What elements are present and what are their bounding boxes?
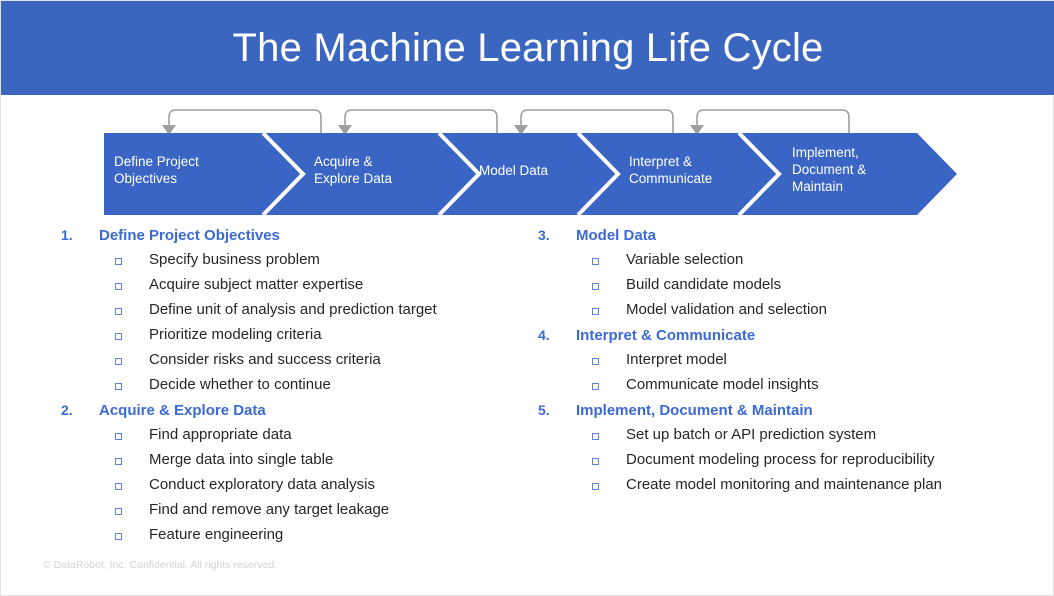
square-bullet-icon [115, 483, 122, 490]
section-4-heading: 4. Interpret & Communicate [526, 327, 1046, 352]
list-item: Specify business problem [49, 251, 539, 277]
list-item: Find and remove any target leakage [49, 501, 539, 527]
square-bullet-icon [592, 308, 599, 315]
feedback-arrow-4 [696, 109, 850, 133]
list-item: Model validation and selection [526, 301, 1046, 327]
list-item: Define unit of analysis and prediction t… [49, 301, 539, 327]
square-bullet-icon [592, 283, 599, 290]
section-2: 2. Acquire & Explore Data Find appropria… [49, 402, 539, 552]
section-4: 4. Interpret & Communicate Interpret mod… [526, 327, 1046, 402]
section-1-heading: 1. Define Project Objectives [49, 227, 539, 252]
list-item-text: Conduct exploratory data analysis [149, 476, 375, 493]
right-column: 3. Model Data Variable selection Build c… [526, 227, 1046, 502]
square-bullet-icon [115, 383, 122, 390]
content-columns: 1. Define Project Objectives Specify bus… [1, 227, 1054, 567]
left-column: 1. Define Project Objectives Specify bus… [49, 227, 539, 552]
square-bullet-icon [115, 533, 122, 540]
list-item: Find appropriate data [49, 426, 539, 452]
list-item-text: Build candidate models [626, 276, 782, 293]
section-1-title: Define Project Objectives [99, 227, 280, 244]
section-3-heading: 3. Model Data [526, 227, 1046, 252]
section-2-number: 2. [61, 402, 73, 418]
list-item: Build candidate models [526, 276, 1046, 302]
square-bullet-icon [592, 358, 599, 365]
list-item: Feature engineering [49, 526, 539, 552]
list-item-text: Consider risks and success criteria [149, 351, 381, 368]
feedback-arrow-2 [344, 109, 498, 133]
section-3-title: Model Data [576, 227, 657, 244]
list-item-text: Document modeling process for reproducib… [626, 451, 935, 468]
flow-stage-label-2[interactable]: Acquire & Explore Data [314, 153, 392, 187]
square-bullet-icon [592, 258, 599, 265]
flow-stage-label-4[interactable]: Interpret & Communicate [629, 153, 712, 187]
feedback-arrow-1 [168, 109, 322, 133]
square-bullet-icon [592, 433, 599, 440]
list-item-text: Find appropriate data [149, 426, 292, 443]
flow-stage-label-5[interactable]: Implement, Document & Maintain [792, 144, 866, 195]
list-item: Set up batch or API prediction system [526, 426, 1046, 452]
list-item-text: Find and remove any target leakage [149, 501, 390, 518]
section-2-heading: 2. Acquire & Explore Data [49, 402, 539, 427]
square-bullet-icon [115, 283, 122, 290]
section-3-number: 3. [538, 227, 550, 243]
section-5-title: Implement, Document & Maintain [576, 402, 813, 419]
slide-header-banner: The Machine Learning Life Cycle [1, 1, 1054, 95]
feedback-arrow-3 [520, 109, 674, 133]
slide-canvas: The Machine Learning Life Cycle Define P… [0, 0, 1054, 596]
list-item-text: Interpret model [626, 351, 727, 368]
square-bullet-icon [592, 483, 599, 490]
list-item: Decide whether to continue [49, 376, 539, 402]
section-5-heading: 5. Implement, Document & Maintain [526, 402, 1046, 427]
list-item-text: Create model monitoring and maintenance … [626, 476, 943, 493]
list-item-text: Merge data into single table [149, 451, 334, 468]
square-bullet-icon [592, 383, 599, 390]
list-item: Merge data into single table [49, 451, 539, 477]
section-1-number: 1. [61, 227, 73, 243]
list-item-text: Acquire subject matter expertise [149, 276, 364, 293]
list-item: Conduct exploratory data analysis [49, 476, 539, 502]
square-bullet-icon [592, 458, 599, 465]
section-5-number: 5. [538, 402, 550, 418]
list-item: Consider risks and success criteria [49, 351, 539, 377]
list-item: Prioritize modeling criteria [49, 326, 539, 352]
section-3: 3. Model Data Variable selection Build c… [526, 227, 1046, 327]
square-bullet-icon [115, 458, 122, 465]
square-bullet-icon [115, 358, 122, 365]
list-item: Variable selection [526, 251, 1046, 277]
square-bullet-icon [115, 333, 122, 340]
section-4-title: Interpret & Communicate [576, 327, 756, 344]
copyright-footer: © DataRobot, Inc. Confidential. All righ… [43, 559, 278, 571]
flow-stage-label-3[interactable]: Model Data [479, 162, 548, 179]
list-item-text: Feature engineering [149, 526, 284, 543]
list-item-text: Define unit of analysis and prediction t… [149, 301, 437, 318]
flow-stage-label-1[interactable]: Define Project Objectives [114, 153, 199, 187]
list-item-text: Decide whether to continue [149, 376, 331, 393]
square-bullet-icon [115, 308, 122, 315]
list-item-text: Model validation and selection [626, 301, 827, 318]
section-4-number: 4. [538, 327, 550, 343]
list-item-text: Communicate model insights [626, 376, 819, 393]
process-flow-diagram: Define Project Objectives Acquire & Expl… [1, 101, 1054, 219]
list-item: Communicate model insights [526, 376, 1046, 402]
square-bullet-icon [115, 433, 122, 440]
list-item: Interpret model [526, 351, 1046, 377]
list-item: Document modeling process for reproducib… [526, 451, 1046, 477]
list-item-text: Set up batch or API prediction system [626, 426, 877, 443]
list-item-text: Variable selection [626, 251, 744, 268]
section-2-title: Acquire & Explore Data [99, 402, 266, 419]
page-title: The Machine Learning Life Cycle [232, 26, 824, 70]
section-1: 1. Define Project Objectives Specify bus… [49, 227, 539, 402]
square-bullet-icon [115, 508, 122, 515]
list-item-text: Prioritize modeling criteria [149, 326, 322, 343]
feedback-arrows-group [168, 109, 850, 133]
list-item: Create model monitoring and maintenance … [526, 476, 1046, 502]
list-item: Acquire subject matter expertise [49, 276, 539, 302]
section-5: 5. Implement, Document & Maintain Set up… [526, 402, 1046, 502]
list-item-text: Specify business problem [149, 251, 320, 268]
square-bullet-icon [115, 258, 122, 265]
